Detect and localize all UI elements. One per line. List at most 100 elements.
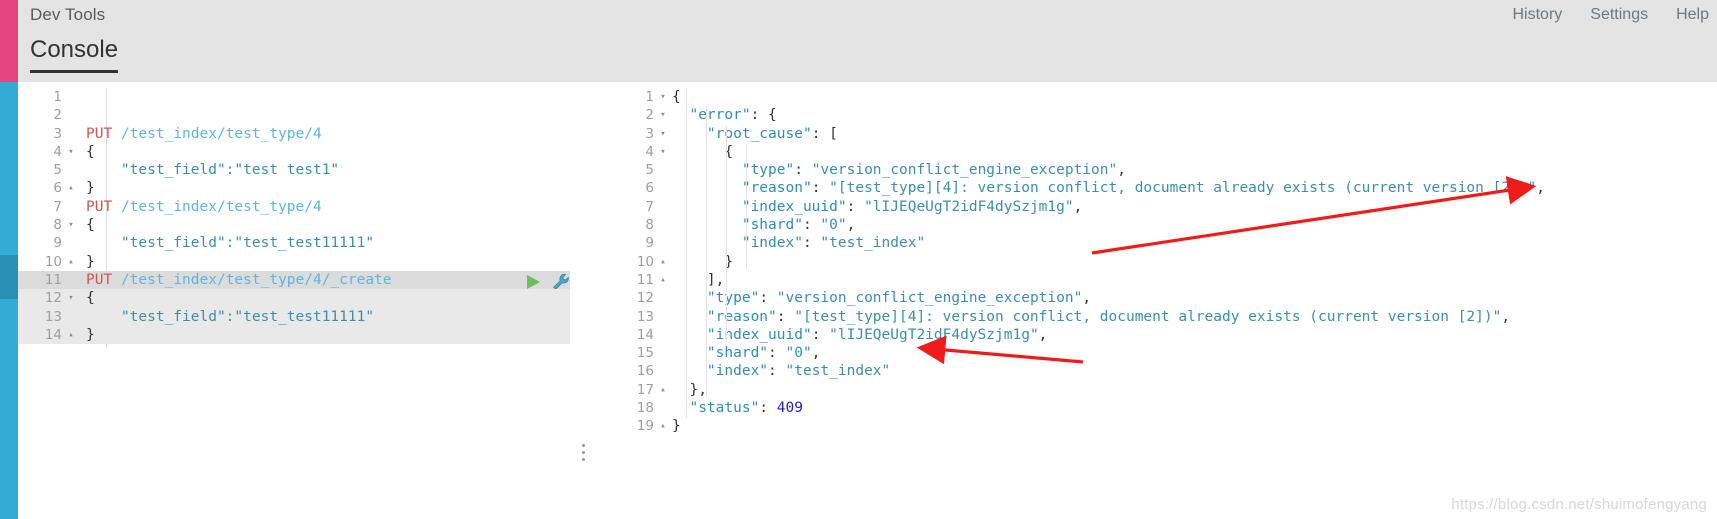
response-line-text: } (672, 253, 733, 271)
json-brace: { (86, 217, 95, 234)
json-punctuation: , (1536, 180, 1545, 197)
response-line: 12 "type": "version_conflict_engine_exce… (602, 289, 1717, 307)
json-key: "index_uuid" (741, 198, 847, 215)
splitter-grip-icon[interactable] (582, 444, 586, 465)
json-punctuation: , (1117, 162, 1126, 179)
editor-line[interactable]: 7 PUT /test_index/test_type/4 (18, 198, 570, 216)
editor-line[interactable]: 8 ▾ { (18, 216, 570, 234)
pane-splitter[interactable] (570, 82, 602, 519)
editor-line-text: } (86, 253, 95, 271)
json-key: "status" (689, 400, 760, 417)
response-line: 1 ▾{ (602, 88, 1717, 106)
response-line: 11 ▴ ], (602, 271, 1717, 289)
response-line-text: "reason": "[test_type][4]: version confl… (672, 308, 1510, 326)
editor-line-number: 4 (53, 143, 62, 160)
response-line: 3 ▾ "root_cause": [ (602, 125, 1717, 143)
app-title: Dev Tools (30, 5, 106, 24)
editor-line-text: { (86, 143, 95, 161)
tab-console[interactable]: Console (30, 36, 119, 73)
rail-nav-segment[interactable] (0, 82, 18, 519)
watermark: https://blog.csdn.net/shuimofengyang (1451, 496, 1707, 513)
json-punctuation: , (1038, 326, 1048, 343)
response-line-number: 17 (636, 381, 654, 398)
editor-line[interactable]: 9 "test_field":"test_test11111" (18, 234, 570, 252)
nav-item-help[interactable]: Help (1676, 6, 1709, 24)
rail-active-item[interactable] (0, 255, 18, 299)
response-line-text: "index": "test_index" (672, 362, 890, 380)
editor-line[interactable]: 6 ▴} (18, 179, 570, 197)
fold-toggle-icon[interactable]: ▾ (658, 125, 668, 143)
editor-line[interactable]: 5 "test_field":"test test1" (18, 161, 570, 179)
editor-line[interactable]: 2 (18, 106, 570, 124)
response-line-number: 14 (636, 326, 654, 343)
response-line-text: "type": "version_conflict_engine_excepti… (672, 161, 1126, 179)
fold-toggle-icon[interactable]: ▾ (658, 143, 668, 161)
json-punctuation: , (1501, 308, 1511, 325)
json-punctuation: : (794, 162, 812, 179)
json-punctuation: : (759, 290, 777, 307)
response-line-text: "reason": "[test_type][4]: version confl… (672, 179, 1545, 197)
editor-line[interactable]: 13 "test_field":"test_test11111" (18, 307, 570, 326)
fold-toggle-icon[interactable]: ▴ (66, 179, 76, 197)
fold-toggle-icon[interactable]: ▴ (66, 253, 76, 271)
json-key: "index" (741, 235, 803, 252)
fold-toggle-icon[interactable]: ▴ (66, 326, 76, 344)
editor-line[interactable]: 4 ▾ { (18, 143, 570, 161)
json-key: "shard" (706, 345, 769, 362)
editor-line-number: 5 (53, 162, 62, 179)
json-punctuation: : (802, 217, 821, 234)
fold-toggle-icon[interactable]: ▾ (658, 88, 668, 106)
response-line-text: } (672, 417, 681, 435)
response-line: 17 ▴ }, (602, 381, 1717, 399)
fold-toggle-icon[interactable]: ▾ (66, 216, 76, 234)
nav-item-settings[interactable]: Settings (1590, 6, 1648, 24)
response-line-text: "index_uuid": "lIJEQeUgT2idF4dySzjm1g", (672, 198, 1082, 216)
request-editor-code[interactable]: 1 2 3 PUT /test_index/test_type/4 4 ▾{5 "test… (18, 82, 570, 345)
editor-line[interactable]: 10 ▴} (18, 253, 570, 271)
response-line-number: 2 (645, 107, 654, 124)
response-line-number: 1 (645, 89, 654, 105)
json-string-value: "lIJEQeUgT2idF4dySzjm1g" (829, 326, 1039, 343)
play-icon[interactable] (526, 274, 540, 289)
nav-item-history[interactable]: History (1513, 6, 1563, 24)
response-line: 10 ▴ } (602, 253, 1717, 271)
response-line: 5 "type": "version_conflict_engine_excep… (602, 161, 1717, 179)
editor-line-number: 12 (44, 290, 62, 307)
editor-line-text: PUT /test_index/test_type/4 (86, 198, 322, 216)
top-navigation: History Settings Help (1513, 6, 1710, 24)
fold-toggle-icon[interactable]: ▾ (658, 106, 668, 124)
request-editor-pane[interactable]: 1 2 3 PUT /test_index/test_type/4 4 ▾{5 "test… (18, 82, 571, 519)
response-line-text: { (672, 88, 681, 106)
editor-line-number: 6 (53, 180, 62, 197)
response-line-number: 5 (645, 162, 654, 179)
json-key: "reason" (706, 308, 777, 325)
global-nav-rail (0, 0, 18, 519)
json-string-value: "version_conflict_engine_exception" (811, 162, 1118, 179)
response-line: 2 ▾ "error": { (602, 106, 1717, 124)
wrench-icon[interactable] (552, 273, 570, 291)
fold-toggle-icon[interactable]: ▴ (658, 253, 668, 271)
editor-line[interactable]: 11 PUT /test_index/test_type/4/_create (18, 270, 570, 291)
http-method: PUT (86, 271, 113, 288)
fold-toggle-icon[interactable]: ▴ (658, 381, 668, 399)
json-body-line: "test_field":"test_test11111" (86, 235, 375, 252)
json-punctuation: ], (706, 271, 725, 288)
editor-line[interactable]: 14 ▴} (18, 325, 570, 345)
json-number-value: 409 (776, 400, 803, 417)
editor-line[interactable]: 1 (18, 88, 570, 106)
http-method: PUT (86, 125, 113, 142)
json-string-value: "0" (820, 217, 847, 234)
response-line: 9 "index": "test_index" (602, 234, 1717, 252)
fold-toggle-icon[interactable]: ▾ (66, 289, 76, 307)
response-viewer-pane[interactable]: 1 ▾{2 ▾ "error": {3 ▾ "root_cause": [4 ▾ {5 … (602, 82, 1717, 519)
editor-line[interactable]: 12 ▾ { (18, 289, 570, 308)
fold-toggle-icon[interactable]: ▴ (658, 417, 668, 435)
response-line: 8 "shard": "0", (602, 216, 1717, 234)
editor-line[interactable]: 3 PUT /test_index/test_type/4 (18, 125, 570, 143)
response-line-number: 12 (636, 290, 654, 307)
request-path: /test_index/test_type/4 (120, 125, 322, 142)
response-line: 16 "index": "test_index" (602, 362, 1717, 380)
fold-toggle-icon[interactable]: ▴ (658, 271, 668, 289)
fold-toggle-icon[interactable]: ▾ (66, 143, 76, 161)
request-path: /test_index/test_type/4/_create (120, 271, 392, 288)
